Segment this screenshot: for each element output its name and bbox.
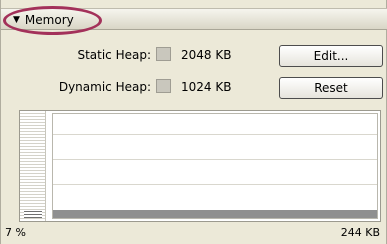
memory-plot-area [52, 113, 378, 219]
memory-panel: ▼ Memory Static Heap: 2048 KB Edit... Dy… [0, 0, 387, 244]
gridline [53, 184, 377, 185]
static-heap-value: 2048 KB [181, 48, 232, 62]
gridline [53, 134, 377, 135]
edit-button[interactable]: Edit... [279, 45, 383, 67]
usage-meter [20, 111, 46, 221]
dynamic-heap-value: 1024 KB [181, 80, 232, 94]
static-heap-label: Static Heap: [77, 48, 151, 62]
usage-meter-fill [24, 211, 42, 218]
dynamic-heap-label: Dynamic Heap: [58, 80, 151, 94]
collapse-triangle-icon[interactable]: ▼ [13, 15, 20, 25]
reset-button[interactable]: Reset [279, 77, 383, 99]
panel-header[interactable]: ▼ Memory [1, 8, 387, 30]
static-heap-swatch [156, 47, 171, 61]
panel-title: Memory [24, 13, 74, 27]
gridline [53, 159, 377, 160]
memory-graph [19, 110, 381, 222]
usage-percent-label: 7 % [5, 226, 26, 239]
memory-usage-bar [53, 210, 377, 218]
dynamic-heap-swatch [156, 79, 171, 93]
panel-title-group[interactable]: ▼ Memory [13, 12, 74, 28]
usage-total-label: 244 KB [340, 226, 380, 239]
